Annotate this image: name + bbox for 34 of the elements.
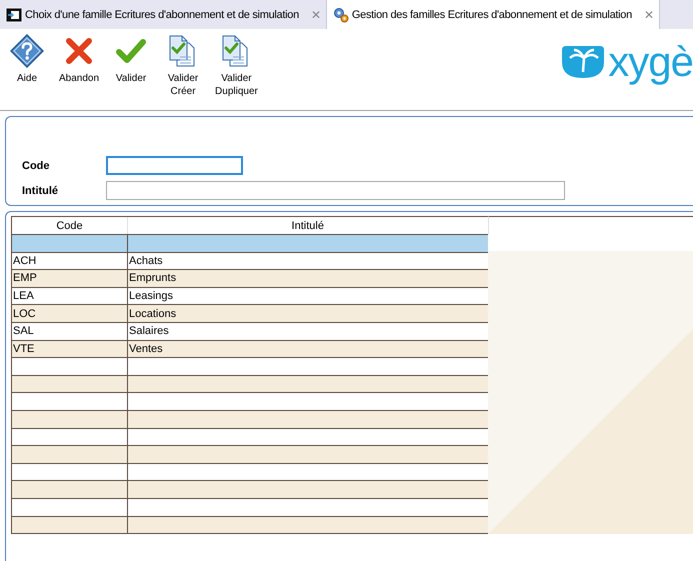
input-field[interactable] — [106, 181, 565, 200]
table-cell: Salaires — [128, 322, 488, 340]
palm-logo-icon — [560, 44, 606, 80]
close-icon[interactable]: ✕ — [642, 6, 655, 22]
table-cell: Leasings — [128, 287, 488, 305]
tab[interactable]: Gestion des familles Ecritures d'abonnement et de simulation ✕ — [326, 0, 660, 29]
toolbar-button[interactable]: Abandon — [56, 34, 102, 85]
table-cell: LOC — [12, 304, 128, 322]
column-header[interactable]: Code — [12, 216, 128, 234]
tab[interactable]: Choix d'une famille Ecritures d'abonnement et de simulation ✕ — [0, 0, 326, 29]
table-cell: VTE — [12, 340, 128, 358]
input-field[interactable] — [106, 156, 243, 175]
field-label: Intitulé — [22, 184, 60, 196]
toolbar-button[interactable]: Aide — [4, 34, 50, 85]
table-cell: Ventes — [128, 340, 488, 358]
toolbar-button[interactable]: Valider Dupliquer — [212, 34, 261, 98]
table-cell: Locations — [128, 304, 488, 322]
cancel-icon — [65, 37, 94, 65]
field-label: Code — [22, 160, 50, 172]
gears-icon — [332, 6, 349, 22]
table-cell: Emprunts — [128, 270, 488, 288]
table-cell: EMP — [12, 270, 128, 288]
table-cell: ACH — [12, 252, 128, 270]
toolbar-button[interactable]: Valider — [108, 34, 154, 85]
column-header[interactable]: Intitulé — [128, 216, 488, 234]
table-cell: SAL — [12, 322, 128, 340]
toolbar-button[interactable]: Valider Créer — [160, 34, 206, 98]
check-icon — [116, 38, 146, 64]
filter-cell[interactable] — [12, 234, 128, 252]
table-cell: LEA — [12, 287, 128, 305]
window-icon — [6, 8, 22, 22]
filter-cell[interactable] — [128, 234, 488, 252]
help-icon — [10, 34, 44, 68]
table-cell: Achats — [128, 252, 488, 270]
